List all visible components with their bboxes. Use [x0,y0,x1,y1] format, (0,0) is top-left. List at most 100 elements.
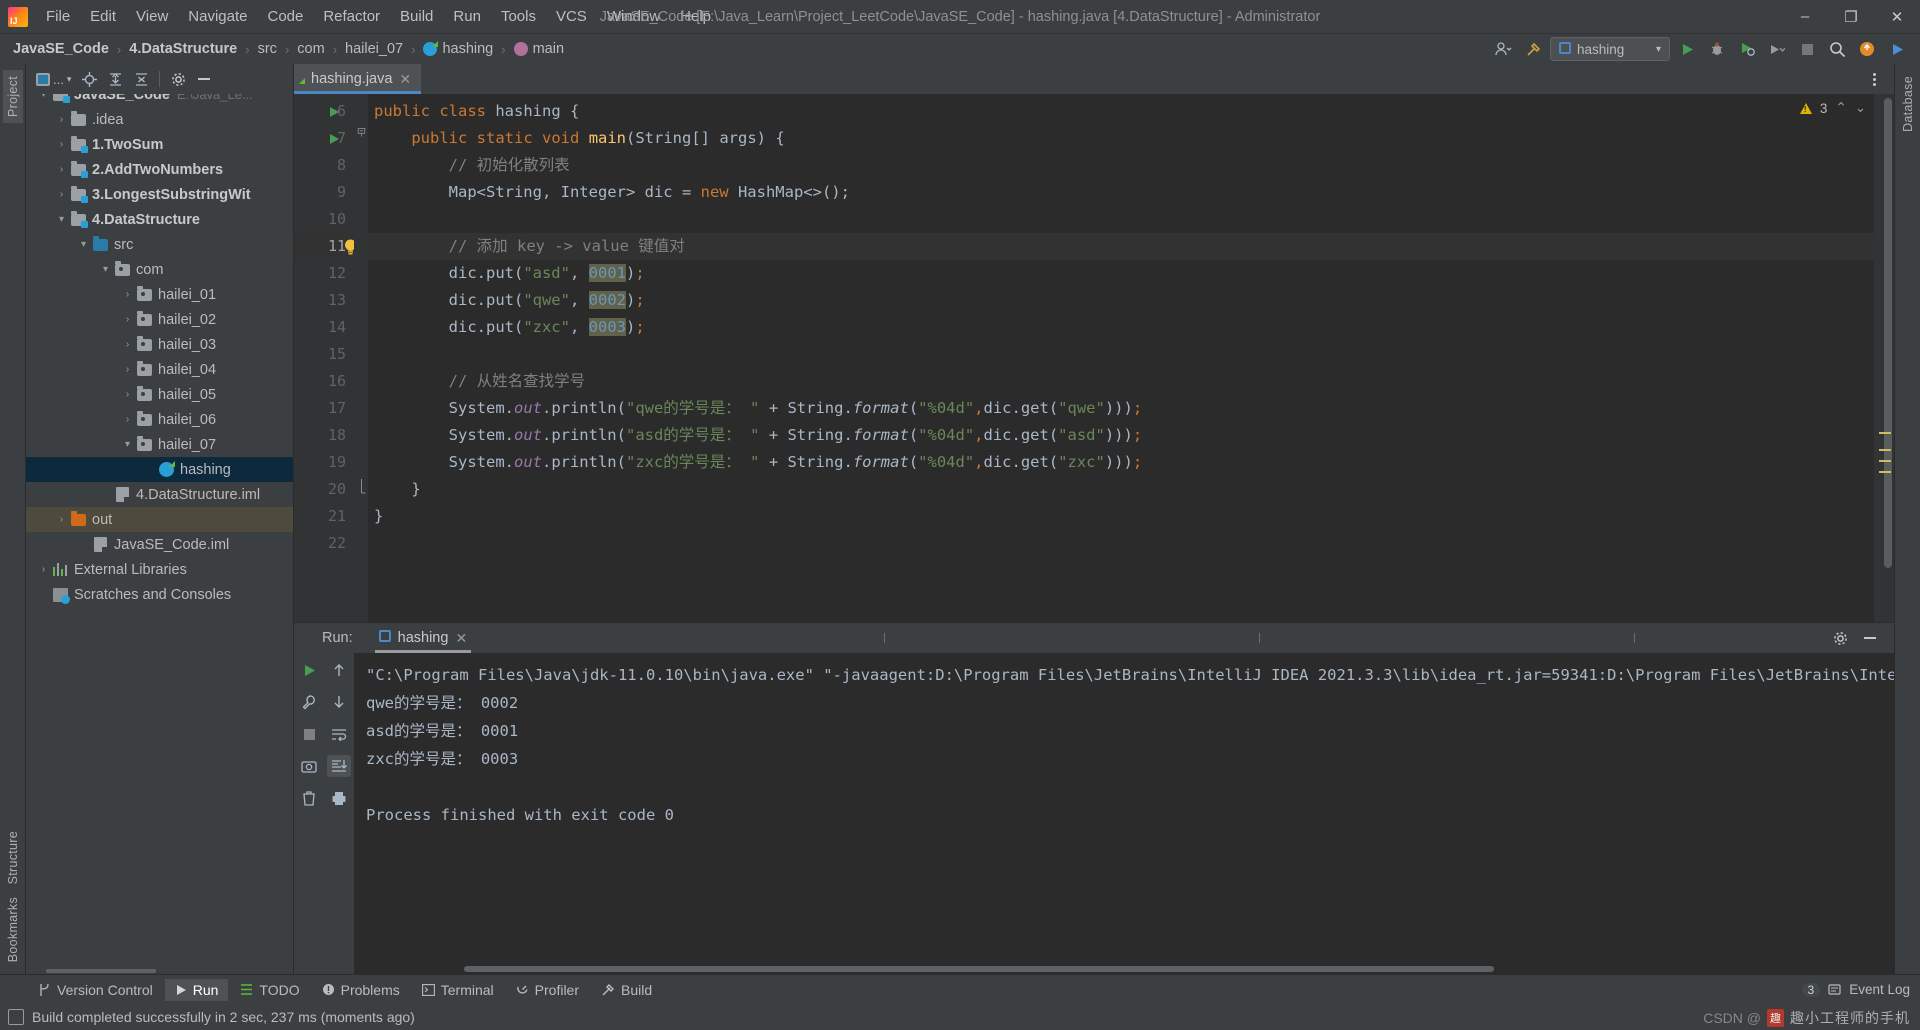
scroll-to-end-icon[interactable] [327,755,351,777]
chevron-right-icon[interactable]: › [120,289,135,300]
breadcrumb-item-class[interactable]: hashing [420,40,496,58]
menu-item-file[interactable]: File [36,4,80,29]
tool-window-build[interactable]: Build [591,979,662,1001]
tree-node-datastructure[interactable]: ▾ 4.DataStructure [26,207,293,232]
close-icon[interactable]: ✕ [399,71,411,88]
editor-fold-column[interactable] [354,94,368,622]
gutter-line[interactable]: 22 [294,530,354,557]
breadcrumb-item-project[interactable]: JavaSE_Code [10,40,112,58]
code-line[interactable]: Map<String, Integer> dic = new HashMap<>… [368,179,1874,206]
camera-icon[interactable] [297,755,321,777]
chevron-right-icon[interactable]: › [54,514,69,525]
sidebar-item-project[interactable]: Project [2,70,23,124]
collapse-all-icon[interactable] [129,68,153,90]
menu-item-tools[interactable]: Tools [491,4,546,29]
breadcrumb-item-package[interactable]: hailei_07 [342,40,406,58]
share-icon[interactable] [1884,37,1910,61]
chevron-right-icon[interactable]: › [54,139,69,150]
stripe-mark[interactable] [1879,471,1891,473]
stripe-mark[interactable] [1879,432,1891,434]
project-tree[interactable]: ▾ JavaSE_Code E:\Java_Le... › .idea › 1.… [26,94,293,968]
run-configuration-selector[interactable]: hashing ▾ [1550,37,1670,61]
tree-node-hailei-03[interactable]: › hailei_03 [26,332,293,357]
gutter-line[interactable]: 20 [294,476,354,503]
user-icon[interactable] [1490,37,1516,61]
menu-item-code[interactable]: Code [257,4,313,29]
stop-button[interactable] [1794,37,1820,61]
chevron-right-icon[interactable]: › [54,114,69,125]
code-line[interactable]: System.out.println("asd的学号是： " + String.… [368,422,1874,449]
tree-node-hashing[interactable]: hashing [26,457,293,482]
tree-node-hailei-07[interactable]: ▾ hailei_07 [26,432,293,457]
code-line[interactable] [368,341,1874,368]
code-line[interactable]: System.out.println("qwe的学号是： " + String.… [368,395,1874,422]
chevron-down-icon[interactable]: ▾ [54,214,69,225]
menu-item-edit[interactable]: Edit [80,4,126,29]
code-line[interactable]: // 初始化散列表 [368,152,1874,179]
editor-error-stripe[interactable] [1874,94,1894,622]
gutter-line[interactable]: 10 [294,206,354,233]
code-text-area[interactable]: public class hashing { public static voi… [368,94,1874,622]
code-line[interactable]: } [368,476,1874,503]
code-line[interactable]: dic.put("asd", 0001); [368,260,1874,287]
hide-panel-icon[interactable] [192,68,216,90]
print-icon[interactable] [327,787,351,809]
stripe-mark[interactable] [1879,449,1891,451]
editor-vscrollbar[interactable] [1884,98,1892,568]
arrow-up-icon[interactable] [327,659,351,681]
gutter-line[interactable]: 15 [294,341,354,368]
tree-node-twosum[interactable]: › 1.TwoSum [26,132,293,157]
gutter-line[interactable]: 18 [294,422,354,449]
chevron-down-icon[interactable]: ▾ [98,264,113,275]
more-run-options-button[interactable] [1764,37,1790,61]
tree-node-scratches[interactable]: Scratches and Consoles [26,582,293,607]
search-icon[interactable] [1824,37,1850,61]
gutter-line[interactable]: 11 [294,233,356,260]
inspection-widget[interactable]: 3 ⌃ ⌄ [1799,100,1866,116]
tree-node-javase-code[interactable]: ▾ JavaSE_Code E:\Java_Le... [26,94,293,107]
menu-item-run[interactable]: Run [443,4,491,29]
run-gutter-icon[interactable] [330,133,339,144]
tree-node-javase-code-iml[interactable]: JavaSE_Code.iml [26,532,293,557]
breadcrumb-item-method[interactable]: main [511,40,567,58]
sidebar-item-structure[interactable]: Structure [3,825,23,890]
breadcrumb-item-com[interactable]: com [294,40,327,58]
menu-item-refactor[interactable]: Refactor [313,4,390,29]
debug-button[interactable] [1704,37,1730,61]
coverage-button[interactable] [1734,37,1760,61]
breadcrumb-item-module[interactable]: 4.DataStructure [126,40,240,58]
code-line[interactable]: // 添加 key -> value 键值对 [368,233,1874,260]
tool-window-todo[interactable]: TODO [230,979,309,1001]
chevron-right-icon[interactable]: › [120,364,135,375]
chevron-right-icon[interactable]: › [120,414,135,425]
rerun-button[interactable] [297,659,321,681]
run-gutter-icon[interactable] [330,106,339,117]
gutter-line[interactable]: 8 [294,152,354,179]
gutter-line[interactable]: 6 [294,98,354,125]
menu-item-view[interactable]: View [126,4,178,29]
gutter-line[interactable]: 9 [294,179,354,206]
close-button[interactable]: ✕ [1874,0,1920,34]
tree-node-hailei-02[interactable]: › hailei_02 [26,307,293,332]
fold-region-end-icon[interactable] [357,479,366,495]
close-icon[interactable]: ✕ [455,630,467,647]
console-hscrollbar[interactable] [354,964,1894,974]
tree-node-hailei-04[interactable]: › hailei_04 [26,357,293,382]
tree-node-hailei-05[interactable]: › hailei_05 [26,382,293,407]
trash-icon[interactable] [297,787,321,809]
chevron-right-icon[interactable]: › [54,189,69,200]
gutter-line[interactable]: 14 [294,314,354,341]
project-view-selector[interactable]: ... ▾ [32,68,75,90]
editor-options-icon[interactable] [1862,68,1886,90]
hide-panel-icon[interactable] [1858,627,1882,649]
minimize-button[interactable]: – [1782,0,1828,34]
soft-wrap-icon[interactable] [327,723,351,745]
arrow-down-icon[interactable] [327,691,351,713]
menu-item-window[interactable]: Window [597,4,670,29]
code-line[interactable]: public static void main(String[] args) { [368,125,1874,152]
chevron-right-icon[interactable]: › [36,564,51,575]
console-output[interactable]: "C:\Program Files\Java\jdk-11.0.10\bin\j… [354,653,1894,974]
updates-icon[interactable] [1854,37,1880,61]
tree-node-idea[interactable]: › .idea [26,107,293,132]
stripe-mark[interactable] [1879,460,1891,462]
